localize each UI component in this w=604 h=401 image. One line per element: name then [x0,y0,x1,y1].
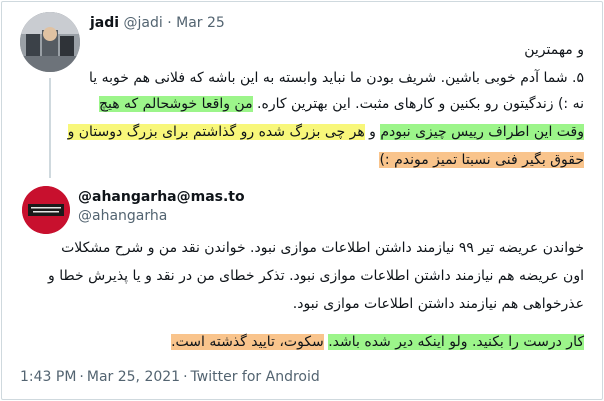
footer-separator: · [79,369,84,385]
highlighted-text: کار درست را بکنید. ولو اینکه دیر شده باش… [328,334,584,350]
quoted-author-name[interactable]: @ahangarha@mas.to [78,188,245,207]
text-line: وقت این اطراف رییس چیزی نبودم و هر چی بز… [67,120,584,144]
text-line: عذرخواهی هم نیازمند داشتن اطلاعات موازی … [293,292,584,316]
header-separator: · [167,15,172,31]
footer-client[interactable]: Twitter for Android [191,369,320,385]
text-line: حقوق بگیر فنی نسبتا تمیز موندم :) [379,148,584,172]
footer-date[interactable]: Mar 25, 2021 [87,369,180,385]
highlighted-text: من واقعا خوشحالم که هیچ [98,96,253,112]
highlighted-text: سکوت، تایید گذشته است. [171,334,324,350]
tweet-header: jadi @jadi · Mar 25 [90,15,225,31]
author-handle[interactable]: @jadi [124,15,163,31]
author-name[interactable]: jadi [90,15,119,31]
thread-line [49,78,51,178]
text-segment: خواندن عریضه تیر ۹۹ نیازمند داشتن اطلاعا… [61,240,584,256]
text-line: خواندن عریضه تیر ۹۹ نیازمند داشتن اطلاعا… [61,236,584,260]
text-segment: و مهمترین [524,42,584,58]
text-line: ۵. شما آدم خوبی باشین. شریف بودن ما نبای… [89,66,584,90]
text-segment: اون عریضه هم نیازمند داشتن اطلاعات موازی… [48,268,584,284]
text-segment: عذرخواهی هم نیازمند داشتن اطلاعات موازی … [292,296,584,312]
text-line: و مهمترین [524,38,584,62]
text-segment: و [364,124,381,140]
avatar[interactable] [20,12,80,72]
quoted-avatar[interactable] [22,186,70,234]
quoted-header: @ahangarha@mas.to @ahangarha [78,188,245,226]
highlighted-text: حقوق بگیر فنی نسبتا تمیز موندم :) [379,152,584,168]
highlighted-text: هر چی بزرگ شده رو گذاشتم برای بزرگ دوستا… [67,124,365,140]
quoted-author-handle[interactable]: @ahangarha [78,207,245,226]
text-segment: نه :) زندگیتون رو بکنین و کارهای مثبت. ا… [252,96,584,112]
highlighted-text: وقت این اطراف رییس چیزی نبودم [380,124,584,140]
text-line: اون عریضه هم نیازمند داشتن اطلاعات موازی… [48,264,584,288]
tweet-date[interactable]: Mar 25 [176,15,225,31]
text-line: نه :) زندگیتون رو بکنین و کارهای مثبت. ا… [98,92,584,116]
footer-time[interactable]: 1:43 PM [20,369,76,385]
tweet-footer: 1:43 PM · Mar 25, 2021 · Twitter for Android [20,369,320,385]
text-segment: ۵. شما آدم خوبی باشین. شریف بودن ما نبای… [88,70,584,86]
footer-separator: · [183,369,188,385]
text-line: کار درست را بکنید. ولو اینکه دیر شده باش… [171,330,584,354]
